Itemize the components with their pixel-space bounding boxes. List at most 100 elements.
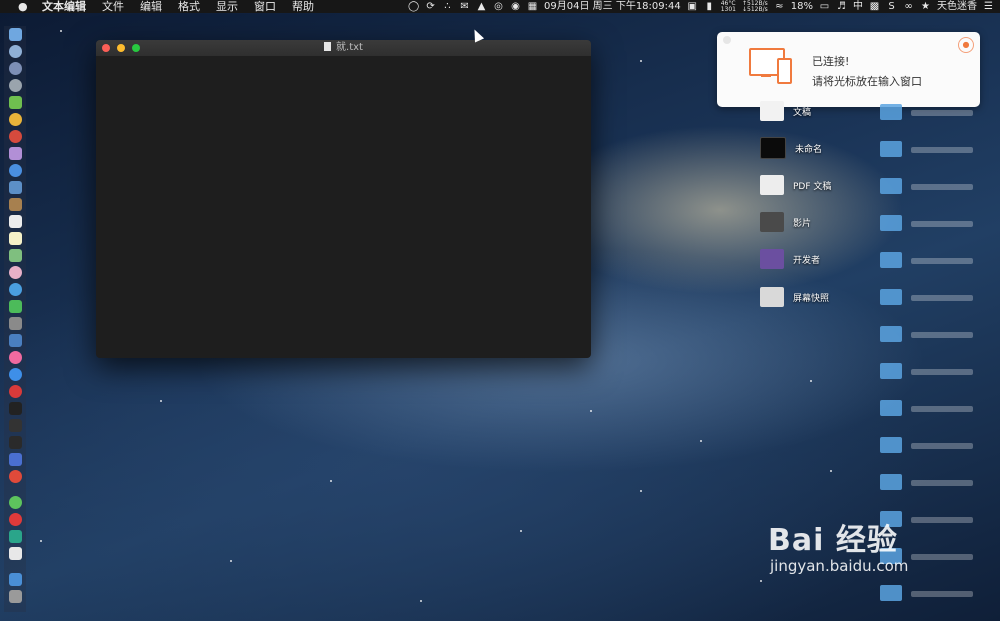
folder-icon[interactable] xyxy=(880,474,902,490)
activity-icon[interactable] xyxy=(9,419,22,432)
clipboard-icon[interactable]: ▣ xyxy=(687,1,698,12)
desktop-item-developer[interactable]: 开发者 xyxy=(760,248,820,270)
keynote-icon[interactable] xyxy=(9,334,22,347)
datetime[interactable]: 09月04日 周三 下午18:09:44 xyxy=(544,0,681,13)
star-icon[interactable]: ★ xyxy=(920,1,931,12)
watermark-brand: Bai 经验 xyxy=(768,523,898,558)
wechat-icon[interactable] xyxy=(9,496,22,509)
sync-icon[interactable]: ⟳ xyxy=(425,1,436,12)
watermark-url: jingyan.baidu.com xyxy=(770,557,909,575)
wifi-icon[interactable]: ≈ xyxy=(774,1,785,12)
folder-icon[interactable] xyxy=(880,400,902,416)
user-name[interactable]: 天色迷香 xyxy=(937,0,977,13)
downloads-folder-icon[interactable] xyxy=(9,573,22,586)
photos-icon[interactable] xyxy=(9,266,22,279)
folder-icon[interactable] xyxy=(880,363,902,379)
system-prefs-icon[interactable] xyxy=(9,317,22,330)
folder-icon[interactable] xyxy=(880,178,902,194)
app-purple-icon[interactable] xyxy=(9,147,22,160)
folder-icon[interactable] xyxy=(880,104,902,120)
document-icon xyxy=(760,101,784,121)
network-speed[interactable]: ↑512B/s ↓512B/s xyxy=(742,0,768,13)
calendar-icon[interactable]: ▦ xyxy=(527,1,538,12)
input-method[interactable]: 中 xyxy=(853,0,863,13)
dock xyxy=(4,26,26,612)
folder-icon[interactable] xyxy=(880,585,902,601)
safari-icon[interactable] xyxy=(9,164,22,177)
skype-icon[interactable]: S xyxy=(886,1,897,12)
folder-icon[interactable] xyxy=(880,326,902,342)
folder-icon[interactable] xyxy=(880,252,902,268)
notification-panel[interactable]: 已连接! 请将光标放在输入窗口 ● xyxy=(717,32,980,107)
vivaldi-icon[interactable] xyxy=(9,385,22,398)
mail-icon[interactable]: ✉ xyxy=(459,1,470,12)
window-titlebar[interactable]: 就.txt xyxy=(96,40,591,56)
desktop-item-label: 影片 xyxy=(793,218,812,229)
folder-icon[interactable] xyxy=(880,215,902,231)
menu-view[interactable]: 显示 xyxy=(216,0,238,13)
desktop-item-documents[interactable]: 文稿 xyxy=(760,100,811,122)
bluetooth-icon[interactable]: ∞ xyxy=(903,1,914,12)
window-title: 就.txt xyxy=(336,42,363,53)
window-title-area: 就.txt xyxy=(96,40,591,56)
facetime-icon[interactable] xyxy=(9,300,22,313)
launchpad-icon[interactable] xyxy=(9,62,22,75)
desktop-item-pdf[interactable]: PDF 文稿 xyxy=(760,174,831,196)
desktop-item-movies[interactable]: 影片 xyxy=(760,211,811,233)
terminal-icon[interactable] xyxy=(9,402,22,415)
messages-icon[interactable] xyxy=(9,283,22,296)
app-teal-icon[interactable] xyxy=(9,530,22,543)
folder-icon[interactable] xyxy=(880,289,902,305)
app-red-icon[interactable] xyxy=(9,130,22,143)
desktop-item-label: 屏幕快照 xyxy=(793,293,830,304)
close-icon[interactable] xyxy=(723,36,731,44)
battery-icon[interactable]: ▭ xyxy=(819,1,830,12)
menu-help[interactable]: 帮助 xyxy=(292,0,314,13)
yandex-icon[interactable] xyxy=(9,470,22,483)
rocket-icon[interactable] xyxy=(9,79,22,92)
volume-icon[interactable]: ♬ xyxy=(836,1,847,12)
menu-app-name[interactable]: 文本编辑 xyxy=(42,0,86,13)
notes-icon[interactable] xyxy=(9,232,22,245)
dots-icon[interactable]: ∴ xyxy=(442,1,453,12)
finder-icon[interactable] xyxy=(9,28,22,41)
app-store-icon[interactable] xyxy=(9,368,22,381)
desktop-item-untitled[interactable]: 未命名 xyxy=(760,137,822,159)
temperature-readout[interactable]: 46°C 1301 xyxy=(721,0,736,13)
desktop-item-screenshots[interactable]: 屏幕快照 xyxy=(760,286,829,308)
preview-icon[interactable] xyxy=(9,181,22,194)
list-icon[interactable]: ☰ xyxy=(983,1,994,12)
netease-icon[interactable] xyxy=(9,513,22,526)
text-editor-area[interactable] xyxy=(96,56,591,358)
textedit-window[interactable]: 就.txt xyxy=(96,40,591,358)
folder-icon[interactable] xyxy=(880,437,902,453)
maps-icon[interactable] xyxy=(9,249,22,262)
console-icon[interactable] xyxy=(9,436,22,449)
desktop-item-label: 文稿 xyxy=(793,107,812,118)
microphone-icon[interactable]: ◎ xyxy=(493,1,504,12)
contacts-icon[interactable] xyxy=(9,198,22,211)
calendar-app-icon[interactable] xyxy=(9,215,22,228)
bookmark-icon[interactable]: ▮ xyxy=(704,1,715,12)
battery-percent[interactable]: 18% xyxy=(791,0,813,13)
music-icon[interactable] xyxy=(9,351,22,364)
folder-icon[interactable] xyxy=(880,141,902,157)
ghost-icon[interactable]: ◯ xyxy=(408,1,419,12)
bell-icon[interactable]: ▲ xyxy=(476,1,487,12)
textedit-icon[interactable] xyxy=(9,547,22,560)
device-connect-icon xyxy=(749,48,793,88)
desktop-item-label: 开发者 xyxy=(793,255,821,266)
menu-format[interactable]: 格式 xyxy=(178,0,200,13)
siri-icon[interactable] xyxy=(9,45,22,58)
menu-window[interactable]: 窗口 xyxy=(254,0,276,13)
trash-icon[interactable] xyxy=(9,590,22,603)
display-icon[interactable]: ▩ xyxy=(869,1,880,12)
vpn-icon[interactable] xyxy=(9,453,22,466)
menu-edit[interactable]: 编辑 xyxy=(140,0,162,13)
apple-icon[interactable]: ● xyxy=(18,0,28,13)
menu-file[interactable]: 文件 xyxy=(102,0,124,13)
globe-icon[interactable]: ◉ xyxy=(510,1,521,12)
chrome-icon[interactable] xyxy=(9,113,22,126)
android-icon[interactable] xyxy=(9,96,22,109)
microphone-icon[interactable]: ● xyxy=(958,37,974,53)
